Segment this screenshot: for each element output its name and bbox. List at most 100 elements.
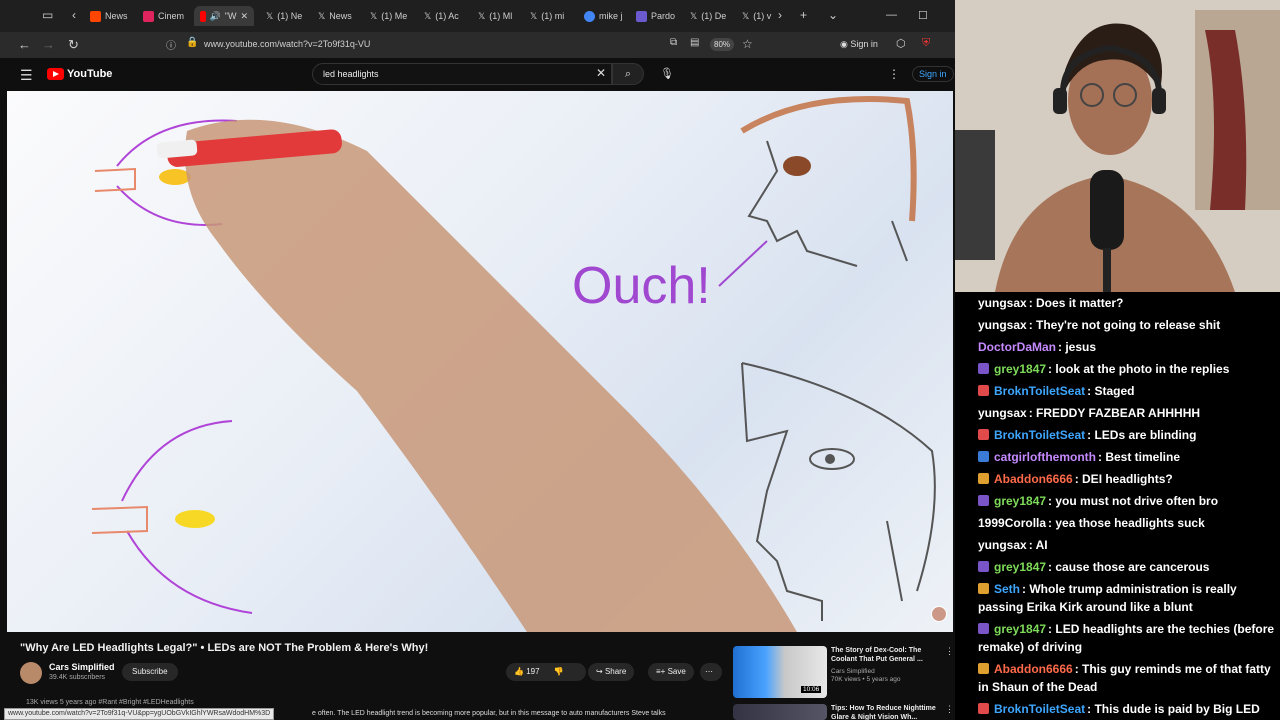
x-icon: 𝕏: [370, 10, 378, 21]
channel-avatar[interactable]: [20, 662, 42, 684]
recommended-title[interactable]: The Story of Dex-Cool: The Coolant That …: [831, 646, 941, 664]
tab-x-6[interactable]: 𝕏 (1) mi: [530, 6, 576, 26]
dislike-button[interactable]: 👎: [554, 667, 564, 676]
x-icon: 𝕏: [690, 10, 698, 21]
face-neck-top: [891, 220, 908, 262]
bookmark-star-icon[interactable]: ☆: [742, 37, 753, 51]
youtube-logo[interactable]: YouTube: [47, 68, 112, 80]
recommended-thumbnail[interactable]: [733, 704, 827, 720]
chat-username[interactable]: grey1847: [994, 622, 1046, 636]
more-actions-button[interactable]: ⋯: [700, 663, 722, 681]
chat-username[interactable]: yungsax: [978, 318, 1027, 332]
chat-username[interactable]: DoctorDaMan: [978, 340, 1056, 354]
maximize-icon[interactable]: ☐: [918, 9, 928, 22]
youtube-sign-in-button[interactable]: Sign in: [912, 66, 954, 82]
save-button[interactable]: ≡+ Save: [648, 663, 694, 681]
chat-message: yungsax: Does it matter?: [978, 294, 1278, 312]
chat-username[interactable]: yungsax: [978, 538, 1027, 552]
recommended-video[interactable]: Tips: How To Reduce Nighttime Glare & Ni…: [733, 704, 954, 720]
chat-username[interactable]: grey1847: [994, 362, 1046, 376]
tab-google[interactable]: mike j: [584, 6, 632, 26]
lock-icon[interactable]: 🔒: [186, 37, 198, 48]
extensions-icon[interactable]: ⬡: [896, 37, 906, 50]
channel-watermark-icon[interactable]: [931, 606, 947, 622]
search-button[interactable]: ⌕: [612, 63, 644, 85]
whiteboard-drawing: Ouch!: [91, 96, 936, 632]
new-tab-icon[interactable]: +: [800, 8, 807, 22]
scroll-tabs-left-icon[interactable]: ‹: [72, 8, 76, 22]
recommended-more-icon[interactable]: ⋮: [945, 646, 954, 657]
face-hair: [740, 96, 917, 222]
tab-x-3[interactable]: 𝕏 (1) Me: [370, 6, 416, 26]
zoom-level[interactable]: 80%: [710, 38, 735, 51]
reload-icon[interactable]: ↻: [68, 37, 79, 53]
views-and-tags: 13K views 5 years ago #Rant #Bright #LED…: [26, 699, 194, 706]
chat-username[interactable]: Abaddon6666: [994, 662, 1073, 676]
chat-message: yungsax: AI: [978, 536, 1278, 554]
chat-username[interactable]: grey1847: [994, 560, 1046, 574]
tab-x-2[interactable]: 𝕏 News: [318, 6, 364, 26]
like-button[interactable]: 👍 197: [514, 667, 540, 676]
reader-view-icon[interactable]: ▤: [690, 37, 699, 48]
cinema-icon: [143, 10, 154, 22]
tab-list-icon[interactable]: ▭: [42, 8, 53, 22]
url-field[interactable]: www.youtube.com/watch?v=2To9f31q-VU: [204, 39, 370, 49]
tab-youtube-active[interactable]: 🔊 "W ✕: [194, 6, 254, 26]
pardo-icon: [636, 10, 647, 22]
tab-x-7[interactable]: 𝕏 (1) De: [690, 6, 736, 26]
chat-badge-icon: [978, 583, 989, 594]
chat-text: : yea those headlights suck: [1048, 516, 1205, 530]
minimize-icon[interactable]: —: [886, 9, 897, 21]
menu-icon[interactable]: ☰: [20, 67, 33, 84]
chat-text: : Staged: [1087, 384, 1135, 398]
tab-x-8[interactable]: 𝕏 (1) v: [742, 6, 776, 26]
browser-sign-in[interactable]: ◉ Sign in: [840, 39, 878, 50]
scroll-tabs-right-icon[interactable]: ›: [778, 8, 782, 22]
save-icon: ≡+: [656, 667, 668, 676]
recommended-video[interactable]: The Story of Dex-Cool: The Coolant That …: [733, 646, 954, 702]
tab-x-4[interactable]: 𝕏 (1) Ac: [424, 6, 470, 26]
back-icon[interactable]: ←: [18, 37, 31, 52]
chat-username[interactable]: grey1847: [994, 494, 1046, 508]
chat-username[interactable]: 1999Corolla: [978, 516, 1046, 530]
channel-name[interactable]: Cars Simplified: [49, 662, 115, 672]
chat-message: Abaddon6666: This guy reminds me of that…: [978, 660, 1278, 696]
tab-pardo[interactable]: Pardo: [636, 6, 682, 26]
forward-icon[interactable]: →: [42, 37, 55, 52]
chat-username[interactable]: Abaddon6666: [994, 472, 1073, 486]
speaker-icon[interactable]: 🔊: [210, 11, 221, 22]
share-button[interactable]: ↪ Share: [588, 663, 635, 681]
chat-username[interactable]: yungsax: [978, 296, 1027, 310]
site-info-icon[interactable]: ⓘ: [166, 37, 176, 52]
chat-message: BroknToiletSeat: This dude is paid by Bi…: [978, 700, 1278, 718]
headlight-housing-2-top: [121, 420, 233, 502]
tab-menu-chevron-icon[interactable]: ⌄: [828, 8, 838, 22]
chat-username[interactable]: BroknToiletSeat: [994, 428, 1085, 442]
close-tab-icon[interactable]: ✕: [240, 11, 248, 22]
chat-username[interactable]: BroknToiletSeat: [994, 702, 1085, 716]
tab-cinema[interactable]: Cinem: [143, 6, 191, 26]
description-snippet[interactable]: e often. The LED headlight trend is beco…: [312, 710, 666, 717]
subscriber-count: 39.4K subscribers: [49, 674, 106, 681]
picture-in-picture-icon[interactable]: ⧉: [670, 37, 677, 48]
chat-message: yungsax: They're not going to release sh…: [978, 316, 1278, 334]
reddit-icon: [90, 10, 101, 22]
subscribe-button[interactable]: Subscribe: [122, 663, 178, 681]
chat-username[interactable]: Seth: [994, 582, 1020, 596]
chat-username[interactable]: catgirlofthemonth: [994, 450, 1096, 464]
video-player[interactable]: Ouch!: [7, 91, 953, 632]
chat-username[interactable]: yungsax: [978, 406, 1027, 420]
tab-news-reddit[interactable]: News: [90, 6, 138, 26]
chat-text: : They're not going to release shit: [1028, 318, 1221, 332]
clear-search-icon[interactable]: ✕: [596, 66, 606, 80]
recommended-more-icon[interactable]: ⋮: [945, 704, 954, 715]
search-input[interactable]: led headlights: [312, 63, 612, 85]
shield-extension-icon[interactable]: ⛨: [922, 37, 930, 50]
microphone-icon[interactable]: 🎙: [660, 67, 674, 80]
tab-x-1[interactable]: 𝕏 (1) Ne: [266, 6, 312, 26]
tab-x-5[interactable]: 𝕏 (1) Ml: [478, 6, 524, 26]
chat-username[interactable]: BroknToiletSeat: [994, 384, 1085, 398]
recommended-title[interactable]: Tips: How To Reduce Nighttime Glare & Ni…: [831, 704, 941, 720]
more-options-icon[interactable]: ⋮: [888, 67, 900, 81]
youtube-header: ☰ YouTube led headlights ✕ ⌕ 🎙 ⋮ Sign in: [0, 58, 955, 91]
